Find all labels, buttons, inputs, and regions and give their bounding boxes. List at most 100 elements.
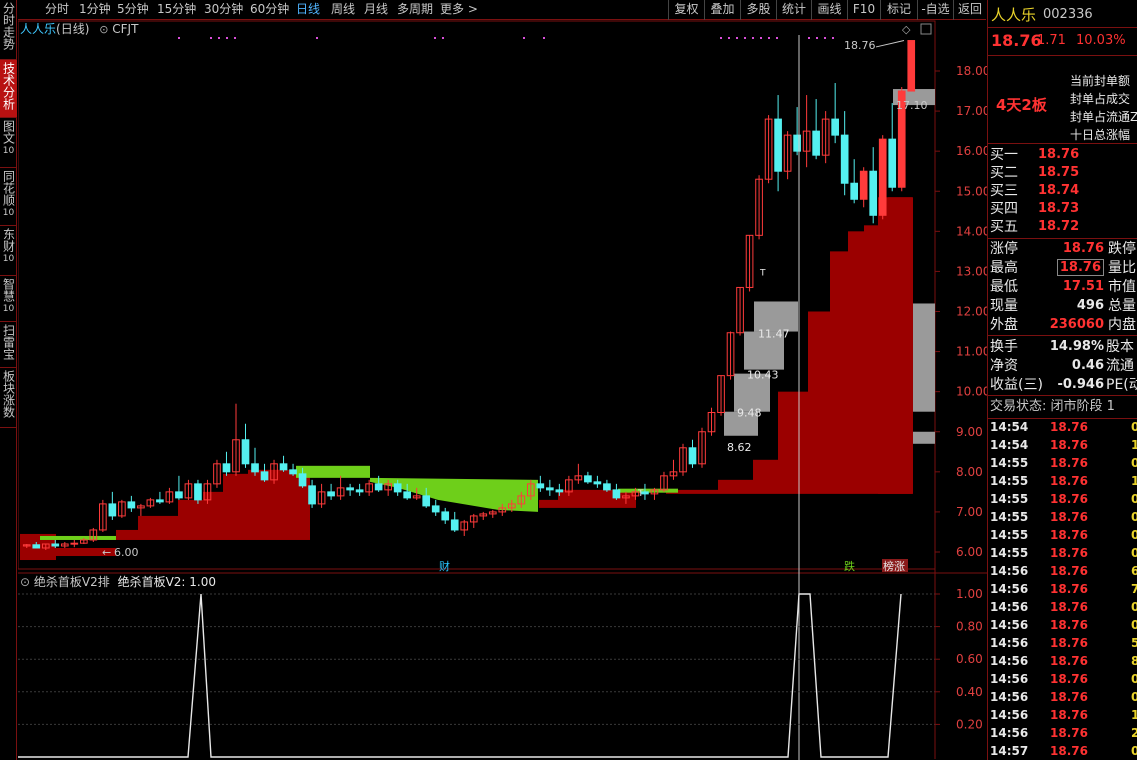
tick-row[interactable]: 14:54 18.76 0 <box>988 418 1137 436</box>
left-tab-7[interactable]: 板块涨数 <box>0 368 17 428</box>
candle[interactable] <box>469 513 478 528</box>
period-tab-8[interactable]: 月线 <box>364 0 388 20</box>
candle[interactable] <box>175 475 183 500</box>
candle[interactable] <box>669 459 678 480</box>
candle[interactable] <box>89 527 98 542</box>
period-tab-5[interactable]: 60分钟 <box>250 0 289 20</box>
candle[interactable] <box>108 491 117 520</box>
candle[interactable] <box>850 159 859 204</box>
candle[interactable] <box>137 503 145 516</box>
tick-row[interactable]: 14:56 18.76 8 <box>988 652 1137 670</box>
candle[interactable] <box>260 463 269 482</box>
period-tab-9[interactable]: 多周期 <box>397 0 433 20</box>
candle[interactable] <box>327 483 335 500</box>
candle[interactable] <box>698 427 706 468</box>
candle[interactable] <box>650 487 659 500</box>
candle[interactable] <box>878 135 887 220</box>
tick-row[interactable]: 14:56 18.76 1 <box>988 706 1137 724</box>
cai-marker[interactable]: 财 <box>439 559 450 573</box>
candle[interactable] <box>441 507 450 524</box>
candle[interactable] <box>745 234 754 292</box>
left-tab-5[interactable]: 智慧 10 <box>0 276 17 322</box>
period-tab-2[interactable]: 5分钟 <box>117 0 149 20</box>
tick-row[interactable]: 14:57 18.76 0 <box>988 742 1137 760</box>
candle[interactable] <box>232 403 240 476</box>
candle[interactable] <box>222 451 231 476</box>
tick-row[interactable]: 14:55 18.76 0 <box>988 490 1137 508</box>
candle[interactable] <box>279 455 288 472</box>
period-tab-10[interactable]: 更多 > <box>440 0 478 20</box>
diamond-icon[interactable]: ◇ <box>902 23 911 36</box>
candle[interactable] <box>213 459 221 488</box>
tick-row[interactable]: 14:56 18.76 0 <box>988 670 1137 688</box>
left-tab-6[interactable]: 扫雷宝 <box>0 322 17 368</box>
tick-row[interactable]: 14:56 18.76 0 <box>988 688 1137 706</box>
tick-row[interactable]: 14:54 18.76 1 <box>988 436 1137 454</box>
candle[interactable] <box>194 479 202 504</box>
candle[interactable] <box>783 131 792 180</box>
tick-row[interactable]: 14:55 18.76 1 <box>988 472 1137 490</box>
candle[interactable] <box>289 463 297 476</box>
toolbar-button-1[interactable]: 叠加 <box>704 0 740 20</box>
candle[interactable] <box>431 499 440 516</box>
tick-row[interactable]: 14:55 18.76 0 <box>988 526 1137 544</box>
tick-row[interactable]: 14:56 18.76 7 <box>988 580 1137 598</box>
candle[interactable] <box>593 475 602 488</box>
candle[interactable] <box>99 499 107 532</box>
candle[interactable] <box>840 111 849 196</box>
tick-row[interactable]: 14:55 18.76 0 <box>988 544 1137 562</box>
toolbar-button-2[interactable]: 多股 <box>740 0 776 20</box>
tick-row[interactable]: 14:56 18.76 0 <box>988 616 1137 634</box>
candle[interactable] <box>764 115 773 184</box>
candle[interactable] <box>888 103 897 192</box>
candle[interactable] <box>679 443 687 476</box>
indicator-name[interactable]: 绝杀首板V2排 <box>34 575 110 589</box>
candle[interactable] <box>165 487 174 504</box>
candle[interactable] <box>859 167 868 208</box>
candle[interactable] <box>450 511 459 532</box>
candle[interactable] <box>479 511 488 520</box>
chart-close-icon[interactable] <box>920 23 932 35</box>
left-tab-2[interactable]: 图文 10 <box>0 118 17 168</box>
candle[interactable] <box>336 475 345 500</box>
candle[interactable] <box>574 463 583 484</box>
candle[interactable] <box>346 483 354 496</box>
toolbar-button-7[interactable]: -自选 <box>917 0 953 20</box>
toolbar-button-6[interactable]: 标记 <box>880 0 917 20</box>
candle[interactable] <box>812 99 820 160</box>
tick-row[interactable]: 14:56 18.76 2 <box>988 724 1137 742</box>
left-tab-0[interactable]: 分时走势 <box>0 0 17 60</box>
candle[interactable] <box>802 95 811 168</box>
candle[interactable] <box>736 286 744 336</box>
toolbar-button-5[interactable]: F10 <box>847 0 880 20</box>
period-tab-4[interactable]: 30分钟 <box>204 0 243 20</box>
period-tab-7[interactable]: 周线 <box>331 0 355 20</box>
candle[interactable] <box>488 509 497 518</box>
kline-chart[interactable]: 18.00 17.00 16.00 15.00 14.00 13.00 12.00 11.00… <box>18 20 987 760</box>
left-tab-3[interactable]: 同花顺 10 <box>0 168 17 226</box>
candle[interactable] <box>251 447 259 476</box>
period-tab-0[interactable]: 分时 <box>45 0 69 20</box>
candle[interactable] <box>365 479 373 496</box>
candle[interactable] <box>184 479 193 500</box>
candle[interactable] <box>869 147 878 224</box>
candle[interactable] <box>907 40 916 92</box>
tick-row[interactable]: 14:55 18.76 0 <box>988 454 1137 472</box>
candle[interactable] <box>774 95 782 192</box>
tick-row[interactable]: 14:56 18.76 5 <box>988 634 1137 652</box>
tick-row[interactable]: 14:55 18.76 0 <box>988 508 1137 526</box>
left-tab-1[interactable]: 技术分析 <box>0 60 17 118</box>
candle[interactable] <box>546 479 554 496</box>
toolbar-button-8[interactable]: 返回 <box>953 0 986 20</box>
candle[interactable] <box>831 83 839 144</box>
candle[interactable] <box>460 519 469 536</box>
candle[interactable] <box>127 495 136 512</box>
candle[interactable] <box>612 483 621 500</box>
candle[interactable] <box>584 471 592 484</box>
candle[interactable] <box>118 499 126 518</box>
candle[interactable] <box>60 541 69 548</box>
candle[interactable] <box>821 111 830 164</box>
candle[interactable] <box>241 423 250 468</box>
candle[interactable] <box>156 491 164 504</box>
indicator-line[interactable] <box>18 593 902 758</box>
